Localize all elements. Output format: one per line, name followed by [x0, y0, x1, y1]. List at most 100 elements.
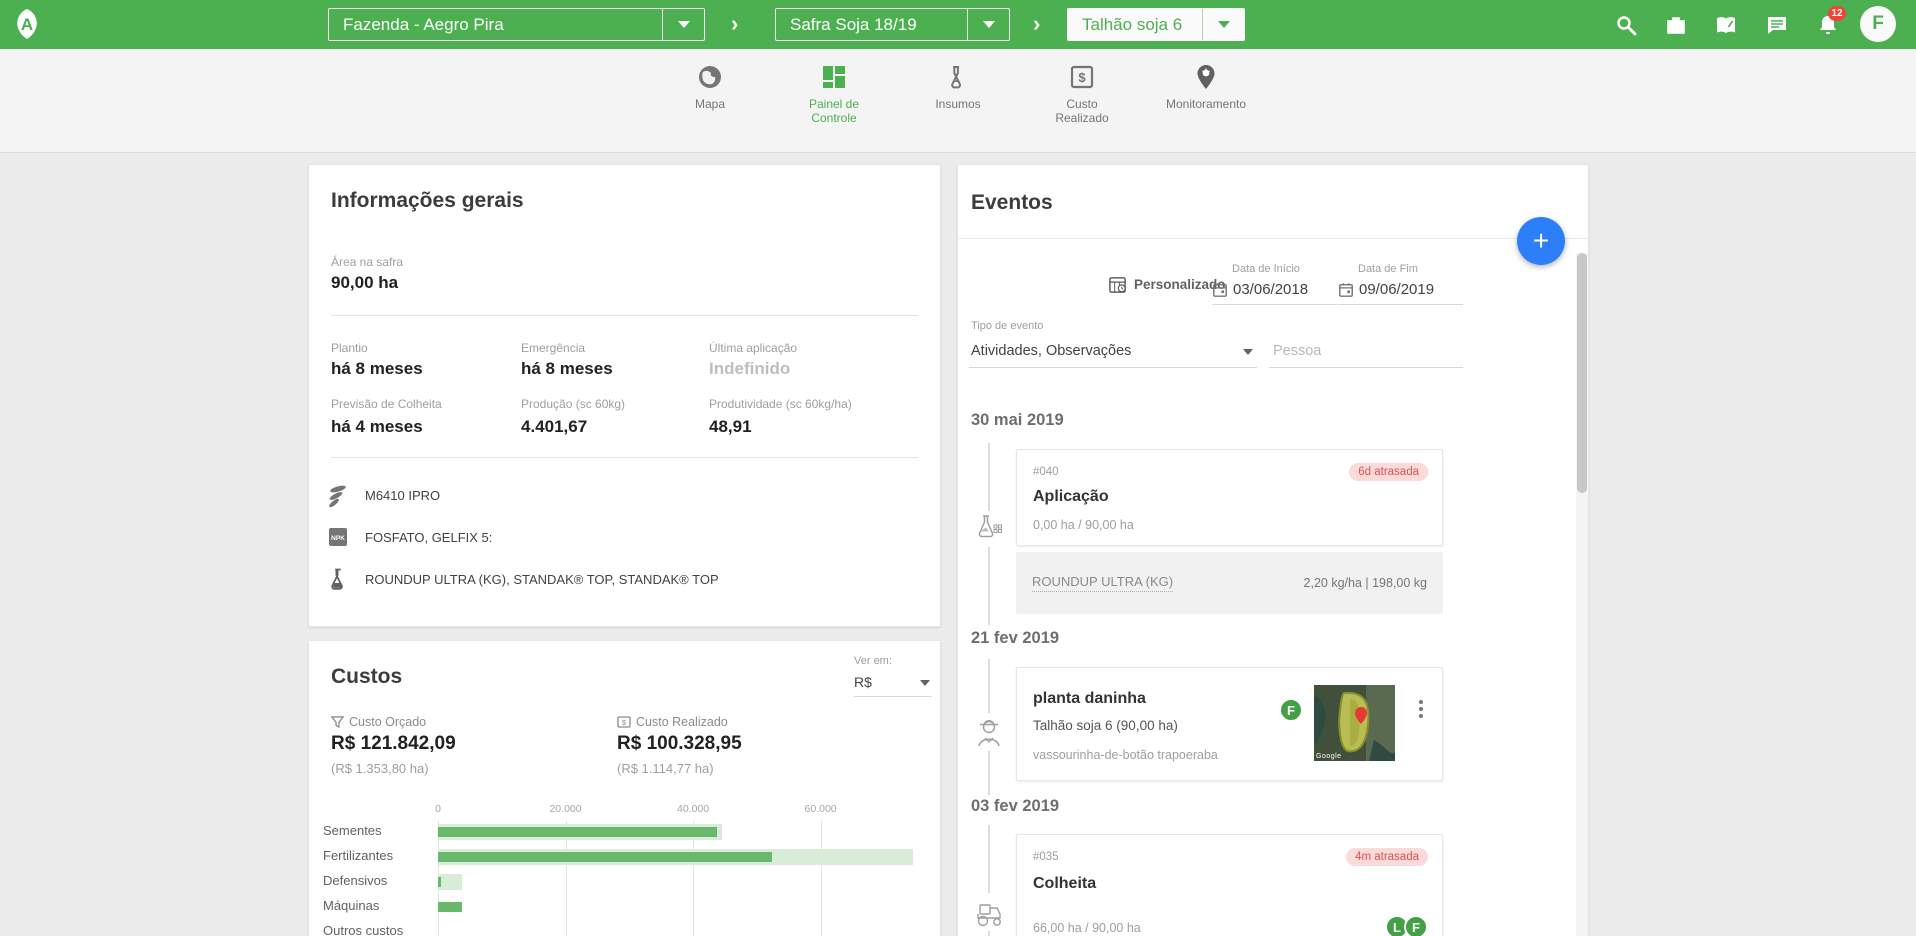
tab-label: Painel de Controle — [801, 97, 867, 125]
resource-text: FOSFATO, GELFIX 5: — [365, 530, 492, 545]
event-description: vassourinha-de-botão trapoeraba — [1033, 748, 1218, 762]
event-card-aplicacao[interactable]: #040 6d atrasada Aplicação 0,00 ha / 90,… — [1016, 449, 1443, 546]
more-options-icon[interactable] — [1412, 700, 1430, 730]
start-date-input[interactable] — [1233, 281, 1325, 298]
field-label: Produção (sc 60kg) — [521, 397, 625, 411]
tab-mapa[interactable]: Mapa — [648, 49, 772, 152]
timeline-date-header: 03 fev 2019 — [971, 797, 1059, 816]
costs-chart: Sementes Fertilizantes Defensivos Máquin… — [309, 801, 942, 936]
tab-painel-de-controle[interactable]: Painel de Controle — [772, 49, 896, 152]
end-date-field: Data de Fim — [1338, 263, 1463, 305]
event-code: #035 — [1033, 851, 1059, 863]
flask-icon — [944, 63, 972, 91]
currency-select[interactable]: R$ — [854, 674, 932, 697]
general-info-card: Informações gerais Área na safra 90,00 h… — [308, 164, 941, 627]
budgeted-bar — [438, 874, 462, 890]
breadcrumb-field-dropdown[interactable] — [1202, 9, 1244, 40]
resource-row-seeds: M6410 IPRO — [325, 482, 440, 508]
field-label: Previsão de Colheita — [331, 397, 442, 411]
breadcrumb-field[interactable]: Talhão soja 6 — [1067, 8, 1245, 41]
date-preset-button[interactable]: Personalizado — [1108, 275, 1226, 294]
resource-text: ROUNDUP ULTRA (KG), STANDAK® TOP, STANDA… — [365, 572, 719, 587]
event-card-colheita[interactable]: #035 4m atrasada Colheita 66,00 ha / 90,… — [1016, 834, 1443, 936]
caret-down-icon — [1243, 349, 1253, 355]
search-icon[interactable] — [1614, 13, 1638, 37]
realized-bar — [438, 827, 717, 837]
events-scrollbar[interactable] — [1576, 253, 1588, 936]
event-code: #040 — [1033, 466, 1059, 478]
aegro-logo[interactable]: A — [10, 7, 44, 41]
divider — [958, 238, 1588, 239]
field-label: Emergência — [521, 341, 585, 355]
svg-text:$: $ — [622, 718, 627, 727]
field-value: há 8 meses — [521, 359, 613, 379]
chart-category-label: Defensivos — [323, 873, 435, 888]
realized-cost-label: $ Custo Realizado — [617, 715, 728, 729]
breadcrumb-farm-label: Fazenda - Aegro Pira — [329, 15, 662, 35]
pin-bug-icon — [1192, 63, 1220, 91]
resource-row-defensive: ROUNDUP ULTRA (KG), STANDAK® TOP, STANDA… — [325, 566, 719, 592]
funnel-icon — [331, 716, 344, 729]
x-axis-tick: 20.000 — [549, 803, 581, 815]
scrollbar-thumb[interactable] — [1577, 253, 1587, 493]
breadcrumb-field-label: Talhão soja 6 — [1068, 15, 1202, 35]
end-date-label: Data de Fim — [1358, 263, 1463, 275]
costs-card: Custos Ver em: R$ Custo Orçado R$ 121.84… — [308, 640, 941, 936]
flask-icon — [325, 566, 351, 592]
spray-flask-icon — [972, 511, 1006, 547]
event-area: 66,00 ha / 90,00 ha — [1033, 921, 1141, 935]
caret-down-icon — [678, 21, 690, 28]
chart-category-label: Fertilizantes — [323, 848, 435, 863]
tab-custo-realizado[interactable]: $ Custo Realizado — [1020, 49, 1144, 152]
svg-text:A: A — [21, 15, 33, 34]
breadcrumb-farm[interactable]: Fazenda - Aegro Pira — [328, 8, 705, 41]
breadcrumb-farm-dropdown[interactable] — [662, 9, 704, 40]
realized-cost-per-ha: (R$ 1.114,77 ha) — [617, 761, 714, 776]
manual-book-icon[interactable] — [1714, 13, 1738, 37]
app-screen: A Fazenda - Aegro Pira › Safra Soja 18/1… — [0, 0, 1916, 936]
budgeted-cost-value: R$ 121.842,09 — [331, 733, 456, 755]
realized-bar — [438, 852, 772, 862]
breadcrumb-season-label: Safra Soja 18/19 — [776, 15, 967, 35]
profile-avatar[interactable]: F — [1860, 6, 1896, 42]
field-value: há 8 meses — [331, 359, 423, 379]
chat-icon[interactable] — [1765, 13, 1789, 37]
map-attribution: Google — [1316, 753, 1342, 760]
breadcrumb-season-dropdown[interactable] — [967, 9, 1009, 40]
chart-category-label: Sementes — [323, 823, 435, 838]
field-value: 48,91 — [709, 417, 752, 437]
general-info-title: Informações gerais — [331, 189, 524, 213]
end-date-input[interactable] — [1359, 281, 1451, 298]
event-title: Aplicação — [1033, 488, 1109, 506]
caret-down-icon — [1218, 21, 1230, 28]
person-input[interactable] — [1269, 341, 1463, 368]
realized-cost-value: R$ 100.328,95 — [617, 733, 742, 755]
briefcase-icon[interactable] — [1664, 13, 1688, 37]
event-type-select[interactable]: Atividades, Observações — [969, 341, 1257, 368]
field-map-thumbnail[interactable]: Google — [1314, 685, 1395, 761]
caret-down-icon — [920, 680, 930, 686]
breadcrumb-separator: › — [1033, 11, 1040, 37]
seeds-icon — [325, 482, 351, 508]
tab-insumos[interactable]: Insumos — [896, 49, 1020, 152]
bar-row — [438, 849, 929, 865]
event-subtitle: Talhão soja 6 (90,00 ha) — [1033, 718, 1178, 733]
events-panel: Eventos + Personalizado Data de Início D… — [957, 164, 1589, 936]
product-link[interactable]: ROUNDUP ULTRA (KG) — [1032, 574, 1173, 592]
breadcrumb-season[interactable]: Safra Soja 18/19 — [775, 8, 1010, 41]
overdue-badge: 6d atrasada — [1349, 463, 1428, 481]
event-type-value: Atividades, Observações — [971, 343, 1131, 359]
breadcrumb-separator: › — [731, 11, 738, 37]
start-date-label: Data de Início — [1232, 263, 1337, 275]
timeline-date-header: 21 fev 2019 — [971, 629, 1059, 648]
npk-bag-icon: NPK — [325, 524, 351, 550]
notifications-bell-icon[interactable]: 12 — [1816, 13, 1840, 37]
tab-monitoramento[interactable]: Monitoramento — [1144, 49, 1268, 152]
add-event-button[interactable]: + — [1517, 217, 1565, 265]
currency-select-value: R$ — [854, 674, 872, 690]
field-label: Última aplicação — [709, 341, 797, 355]
tab-label: Mapa — [695, 97, 725, 111]
event-card-observacao[interactable]: planta daninha Talhão soja 6 (90,00 ha) … — [1016, 667, 1443, 781]
banknote-icon: $ — [617, 716, 631, 728]
realized-bar — [438, 877, 441, 887]
